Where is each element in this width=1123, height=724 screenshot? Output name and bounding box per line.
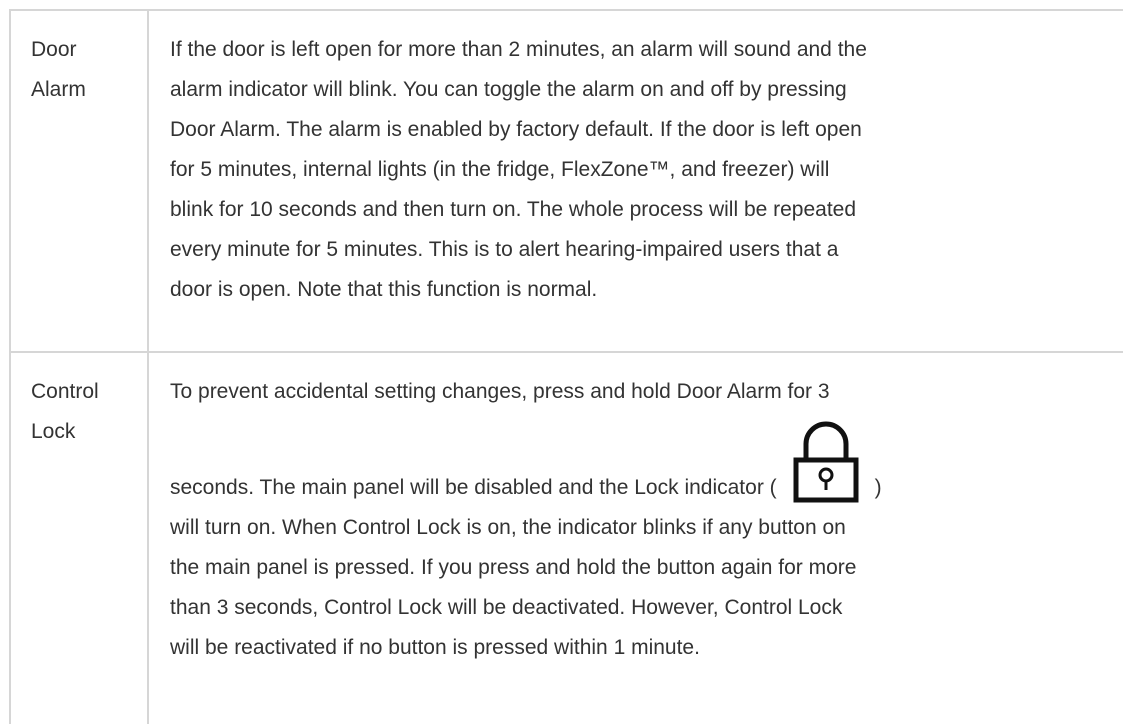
description-line: If the door is left open for more than 2…	[170, 38, 867, 61]
table-row-door-alarm: Door Alarm If the door is left open for …	[9, 11, 1123, 353]
description-line: for 5 minutes, internal lights (in the f…	[170, 158, 830, 181]
feature-label-line: Door	[31, 38, 77, 61]
description-text: seconds. The main panel will be disabled…	[170, 476, 777, 499]
description-line: blink for 10 seconds and then turn on. T…	[170, 198, 857, 221]
description-line: than 3 seconds, Control Lock will be dea…	[170, 596, 843, 619]
description-line-with-icon: seconds. The main panel will be disabled…	[170, 412, 1113, 508]
feature-description-cell: If the door is left open for more than 2…	[149, 11, 1123, 351]
description-line: every minute for 5 minutes. This is to a…	[170, 238, 839, 261]
description-line: alarm indicator will blink. You can togg…	[170, 78, 847, 101]
feature-label-line: Control	[31, 380, 99, 403]
description-line: the main panel is pressed. If you press …	[170, 556, 857, 579]
description-line: door is open. Note that this function is…	[170, 278, 598, 301]
lock-icon	[789, 418, 863, 506]
description-line: will be reactivated if no button is pres…	[170, 636, 700, 659]
feature-label-cell: Door Alarm	[9, 11, 149, 351]
feature-description-cell: To prevent accidental setting changes, p…	[149, 353, 1123, 724]
feature-table: Door Alarm If the door is left open for …	[9, 9, 1123, 724]
feature-label-line: Alarm	[31, 78, 86, 101]
description-line: will turn on. When Control Lock is on, t…	[170, 516, 846, 539]
description-line: Door Alarm. The alarm is enabled by fact…	[170, 118, 862, 141]
description-text: )	[874, 476, 882, 499]
table-row-control-lock: Control Lock To prevent accidental setti…	[9, 353, 1123, 724]
feature-label-line: Lock	[31, 420, 76, 443]
description-line: To prevent accidental setting changes, p…	[170, 380, 830, 403]
feature-label-cell: Control Lock	[9, 353, 149, 724]
